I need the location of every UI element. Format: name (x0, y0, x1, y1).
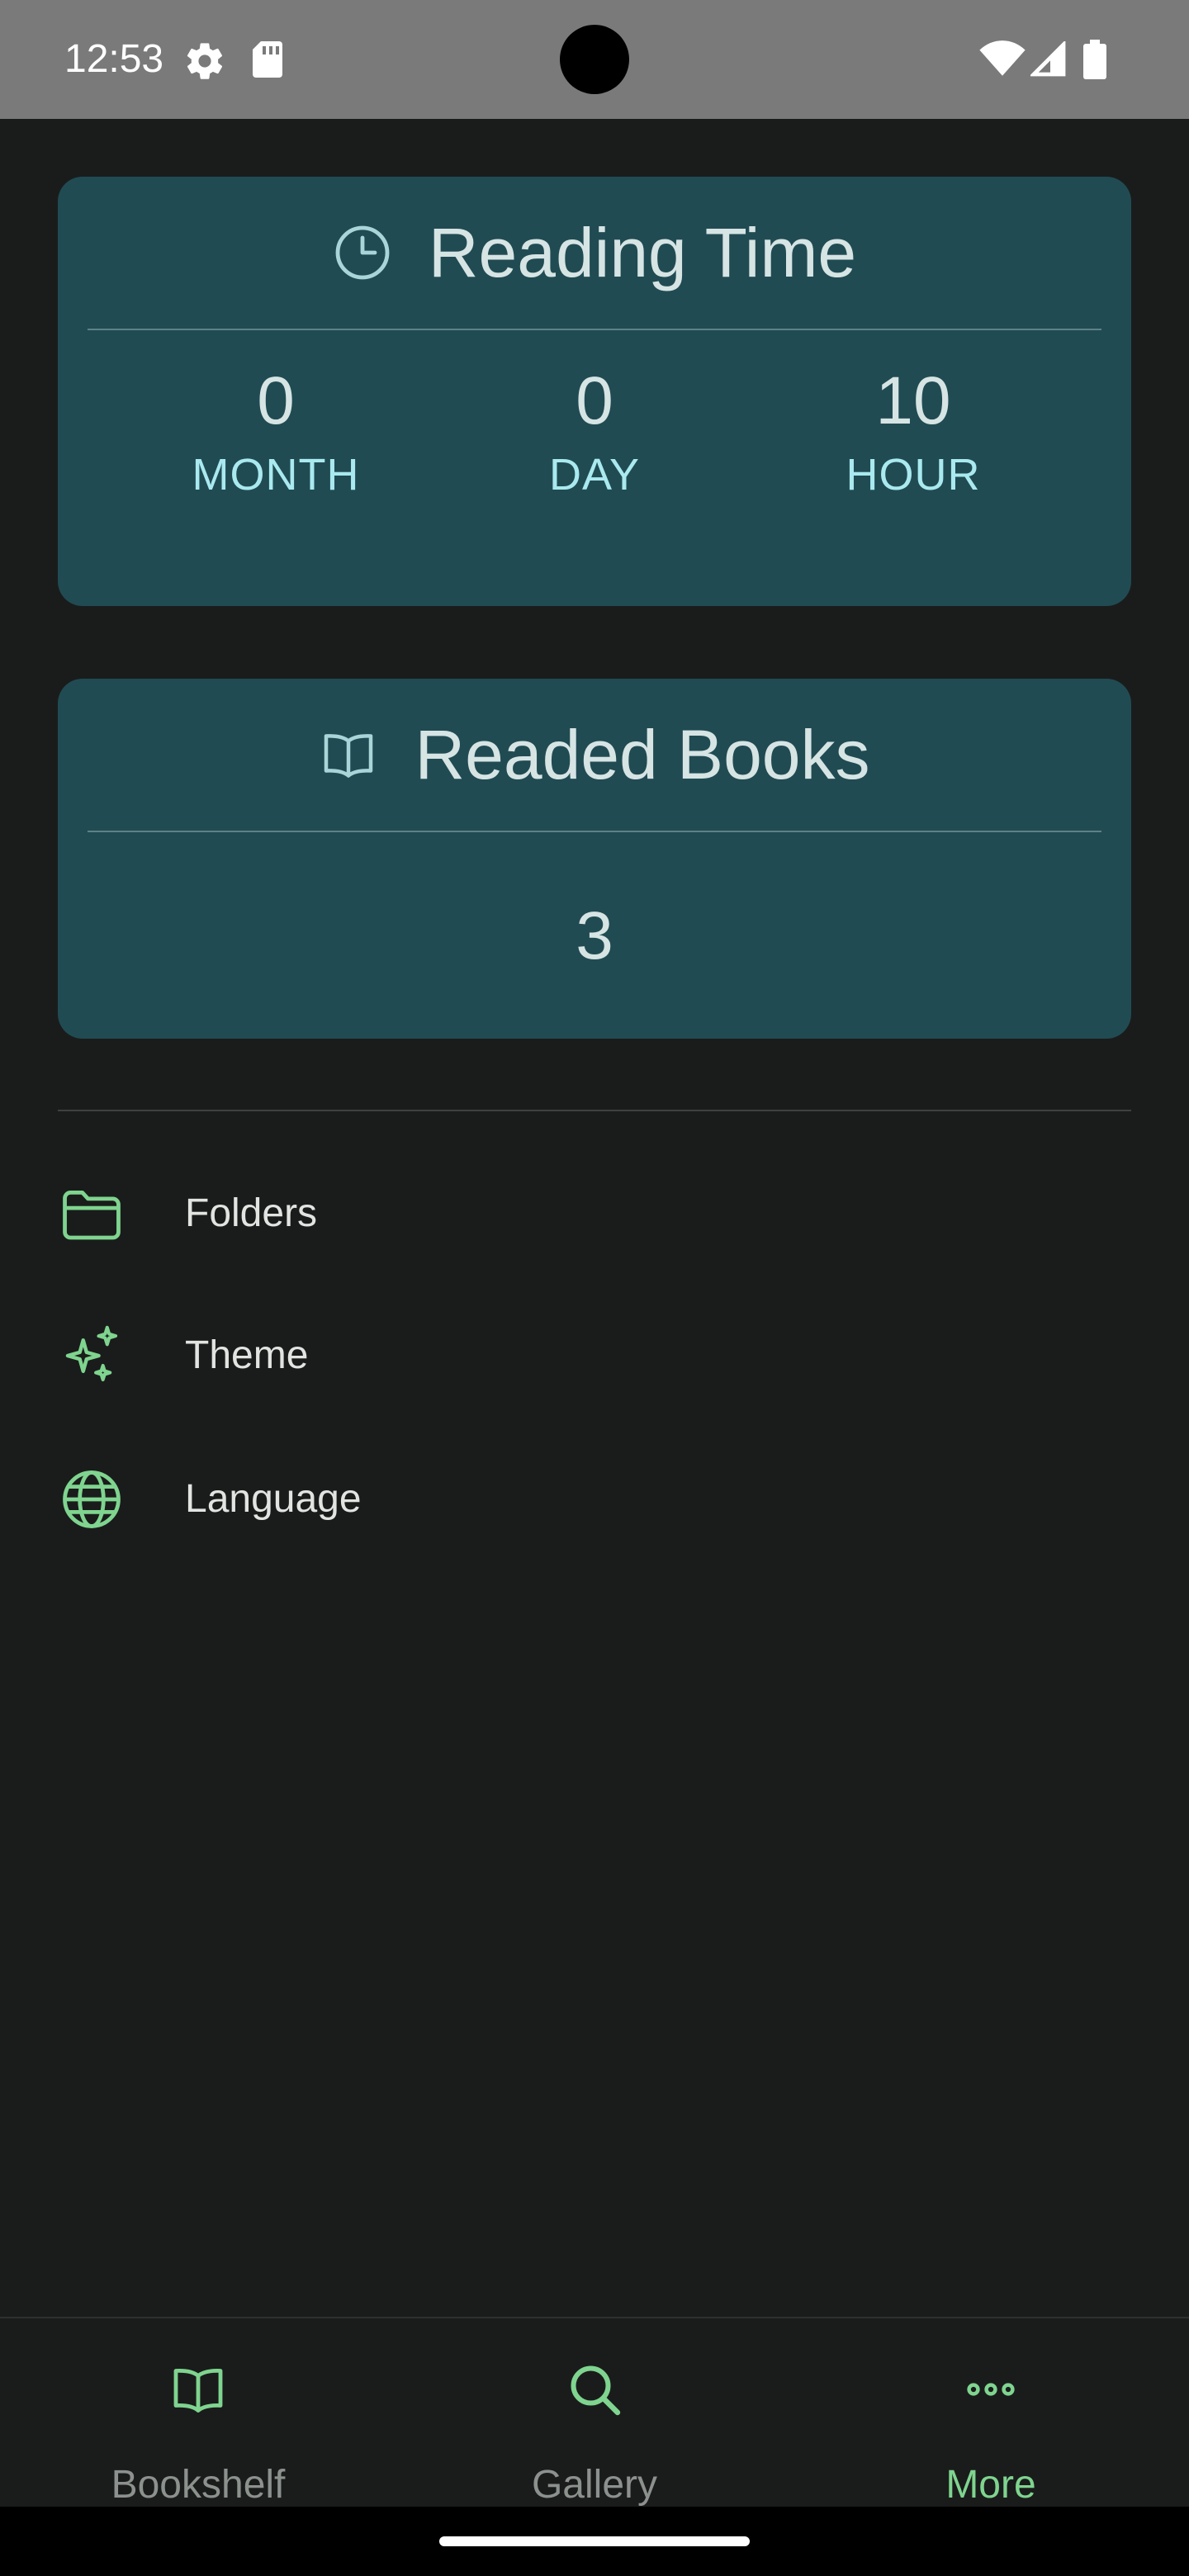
sparkles-icon (65, 1325, 118, 1382)
settings-gear-icon (183, 40, 226, 83)
stat-month-value: 0 (257, 363, 295, 438)
book-icon (173, 2369, 223, 2413)
menu-item-language[interactable]: Language (0, 1433, 1189, 1565)
globe-icon (63, 1470, 121, 1528)
status-time: 12:53 (64, 37, 164, 81)
nav-label-gallery: Gallery (531, 2463, 658, 2507)
nav-item-gallery[interactable]: Gallery (396, 2318, 793, 2508)
cell-signal-icon (1030, 41, 1067, 78)
stat-hour: 10 HOUR (748, 360, 1078, 504)
stat-month: 0 MONTH (111, 360, 441, 504)
menu-label-folders: Folders (185, 1191, 318, 1235)
folder-icon (63, 1190, 121, 1240)
reading-time-card: Reading Time 0 MONTH 0 DAY 10 HOUR (58, 177, 1131, 606)
wifi-icon (979, 40, 1026, 78)
sd-card-icon (249, 40, 286, 79)
nav-item-more[interactable]: More (793, 2318, 1189, 2508)
stat-hour-value: 10 (875, 363, 951, 438)
readed-books-title: Readed Books (414, 716, 870, 793)
reading-time-divider (88, 329, 1101, 330)
stat-day-label: DAY (548, 450, 641, 500)
gesture-navigation-area (0, 2507, 1189, 2576)
readed-books-header: Readed Books (58, 679, 1131, 831)
stat-day: 0 DAY (429, 360, 760, 504)
stat-day-value: 0 (576, 363, 613, 438)
stat-month-label: MONTH (192, 450, 360, 500)
nav-item-bookshelf[interactable]: Bookshelf (0, 2318, 396, 2508)
camera-cutout (560, 25, 629, 94)
search-icon (571, 2365, 621, 2416)
more-screen: 12:53 Reading Time 0 MONTH 0 DAY 10 HOUR… (0, 0, 1189, 2576)
section-divider (58, 1110, 1131, 1111)
more-dots-icon (967, 2383, 1015, 2396)
stat-hour-label: HOUR (846, 450, 981, 500)
menu-label-theme: Theme (185, 1333, 309, 1377)
reading-time-title: Reading Time (428, 214, 857, 291)
home-gesture-handle[interactable] (439, 2536, 750, 2546)
menu-label-language: Language (185, 1477, 362, 1521)
nav-label-more: More (945, 2463, 1036, 2507)
bottom-navigation: Bookshelf Gallery More (0, 2317, 1189, 2507)
readed-books-count: 3 (576, 898, 613, 973)
readed-books-card: Readed Books (58, 679, 1131, 1039)
battery-icon (1083, 40, 1106, 79)
open-book-icon (324, 734, 373, 778)
nav-label-bookshelf: Bookshelf (111, 2463, 286, 2507)
menu-item-theme[interactable]: Theme (0, 1290, 1189, 1422)
reading-time-header: Reading Time (58, 177, 1131, 329)
clock-icon (335, 225, 390, 280)
readed-books-divider (88, 831, 1101, 832)
menu-item-folders[interactable]: Folders (0, 1148, 1189, 1280)
status-bar: 12:53 (0, 0, 1189, 119)
